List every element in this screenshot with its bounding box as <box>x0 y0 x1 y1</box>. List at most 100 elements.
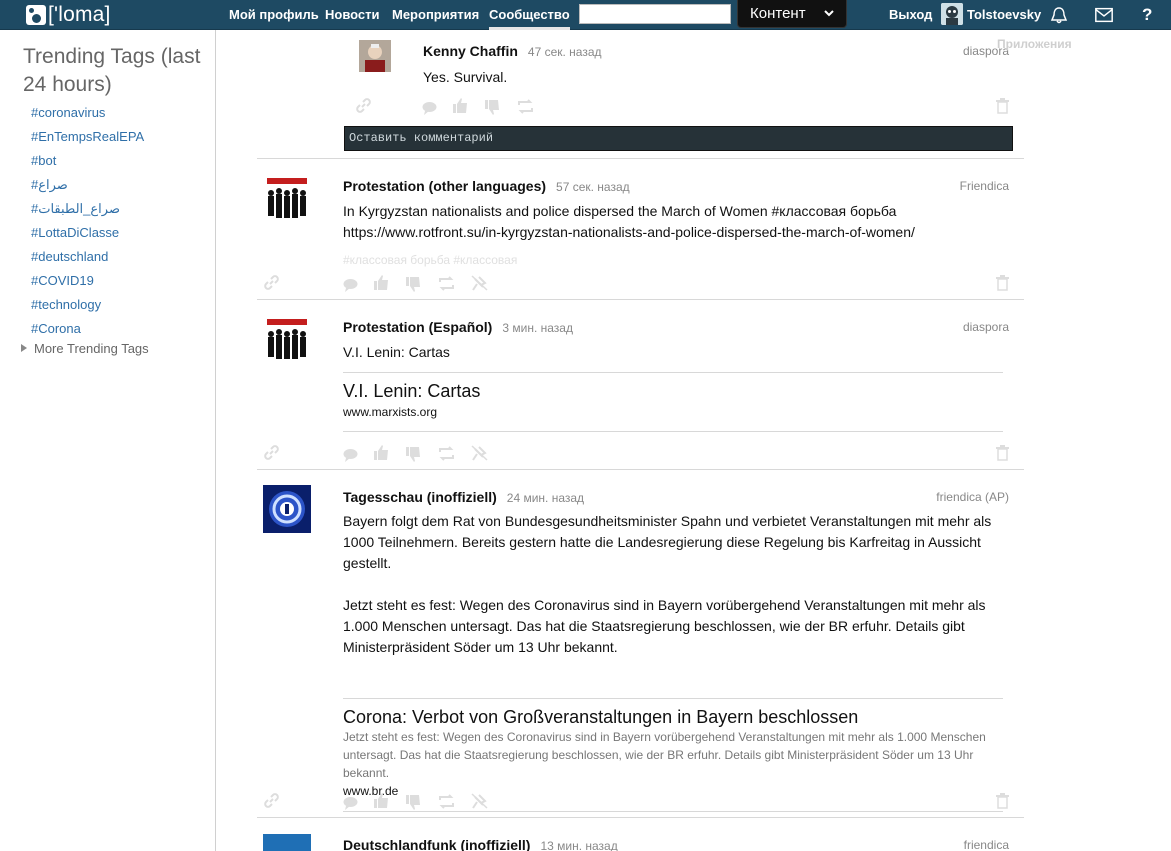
search-scope-label: Контент <box>750 5 806 22</box>
post-text: Jetzt steht es fest: Wegen des Coronavir… <box>343 597 986 655</box>
trash-icon[interactable] <box>994 792 1011 809</box>
tag-link[interactable]: #technology <box>31 297 101 312</box>
chevron-down-icon <box>824 10 834 17</box>
embed-title[interactable]: V.I. Lenin: Cartas <box>343 381 480 402</box>
tag-link[interactable]: #deutschland <box>31 249 108 264</box>
thumbs-down-icon[interactable] <box>484 99 501 116</box>
apps-tooltip: Приложения <box>997 37 1072 51</box>
post-text: Bayern folgt dem Rat von Bundesgesundhei… <box>343 513 992 571</box>
trending-tags-sidebar: Trending Tags (last 24 hours) #coronavir… <box>0 30 216 851</box>
post-protestation-other: Protestation (other languages) 57 сек. на… <box>257 158 1024 300</box>
post-protestation-espanol: Protestation (Español) 3 мин. назад diasp… <box>257 299 1024 470</box>
mail-icon[interactable] <box>1094 5 1114 25</box>
thumbs-up-icon[interactable] <box>373 274 390 291</box>
ignore-icon[interactable] <box>471 792 488 809</box>
comment-text: Yes. Survival. <box>423 69 508 85</box>
comment-icon[interactable] <box>421 99 438 116</box>
tag-link[interactable]: #COVID19 <box>31 273 94 288</box>
post-author[interactable]: Deutschlandfunk (inoffiziell) 13 мин. наз… <box>343 837 618 851</box>
help-icon[interactable]: ? <box>1142 0 1152 30</box>
search-scope-select[interactable]: Контент <box>737 0 847 28</box>
nav-community[interactable]: Сообщество <box>489 0 570 30</box>
logo-text: ['loma] <box>48 3 111 26</box>
post-time[interactable]: 24 мин. назад <box>507 491 584 505</box>
comment-avatar[interactable] <box>359 40 391 72</box>
embed-divider <box>343 372 1003 373</box>
user-name[interactable]: Tolstoevsky <box>967 0 1041 30</box>
post-avatar[interactable] <box>263 175 311 223</box>
comment-icon[interactable] <box>342 276 359 293</box>
share-icon[interactable] <box>517 98 534 115</box>
nav-events[interactable]: Мероприятия <box>392 0 479 30</box>
deutschlandfunk-avatar-image <box>263 834 311 851</box>
post-time[interactable]: 3 мин. назад <box>502 321 573 335</box>
thumbs-up-icon[interactable] <box>373 792 390 809</box>
thumbs-down-icon[interactable] <box>405 446 422 463</box>
triangle-right-icon <box>21 344 27 352</box>
link-icon[interactable] <box>263 792 280 809</box>
post-time[interactable]: 57 сек. назад <box>556 180 630 194</box>
embed-divider <box>343 811 1003 812</box>
site-logo[interactable]: ['loma] <box>26 3 111 27</box>
thumbs-up-icon[interactable] <box>452 97 469 114</box>
post-avatar[interactable] <box>263 834 311 851</box>
post-author[interactable]: Protestation (other languages) 57 сек. на… <box>343 178 630 194</box>
more-trending-tags-toggle[interactable]: More Trending Tags <box>21 341 149 356</box>
post-time[interactable]: 13 мин. назад <box>540 839 617 851</box>
tag-link[interactable]: #EnTempsRealEPA <box>31 129 144 144</box>
thumbs-up-icon[interactable] <box>373 444 390 461</box>
tag-link[interactable]: #bot <box>31 153 56 168</box>
comment-author[interactable]: Kenny Chaffin 47 сек. назад <box>423 43 602 59</box>
post-tagesschau: Tagesschau (inoffiziell) 24 мин. назад fr… <box>257 469 1024 818</box>
embed-url[interactable]: www.marxists.org <box>343 405 437 419</box>
share-icon[interactable] <box>438 275 455 292</box>
tag-link[interactable]: #LottaDiClasse <box>31 225 119 240</box>
main-feed: Kenny Chaffin 47 сек. назад diaspora Прил… <box>217 30 1171 851</box>
link-icon[interactable] <box>263 274 280 291</box>
avatar-image <box>941 3 963 25</box>
post-avatar[interactable] <box>263 485 311 533</box>
embed-divider <box>343 698 1003 699</box>
user-avatar[interactable] <box>941 3 963 25</box>
avatar-image <box>359 40 391 72</box>
logout-link[interactable]: Выход <box>889 0 932 30</box>
link-icon[interactable] <box>355 97 372 114</box>
tag-link[interactable]: #صراع <box>31 177 68 193</box>
tag-link[interactable]: #Corona <box>31 321 81 336</box>
top-navbar: ['loma] Мой профиль Новости Мероприятия … <box>0 0 1171 30</box>
tag-link[interactable]: #coronavirus <box>31 105 105 120</box>
post-avatar[interactable] <box>263 316 311 364</box>
comment-icon[interactable] <box>342 446 359 463</box>
comment-time[interactable]: 47 сек. назад <box>528 45 602 59</box>
protest-avatar-image <box>263 316 311 364</box>
share-icon[interactable] <box>438 445 455 462</box>
bell-icon[interactable] <box>1049 5 1069 25</box>
tag-link[interactable]: #صراع_الطبقات <box>31 201 120 217</box>
post-network: friendica (AP) <box>936 490 1009 504</box>
embed-title[interactable]: Corona: Verbot von Großveranstaltungen i… <box>343 707 858 728</box>
link-icon[interactable] <box>263 444 280 461</box>
share-icon[interactable] <box>438 793 455 810</box>
trash-icon[interactable] <box>994 274 1011 291</box>
post-author[interactable]: Tagesschau (inoffiziell) 24 мин. назад <box>343 489 584 505</box>
comment-thread: Kenny Chaffin 47 сек. назад diaspora Прил… <box>257 30 1072 159</box>
nav-profile[interactable]: Мой профиль <box>229 0 319 30</box>
search-input[interactable] <box>579 4 731 24</box>
post-text: In Kyrgyzstan nationalists and police di… <box>343 203 915 240</box>
ignore-icon[interactable] <box>471 444 488 461</box>
post-network: friendica <box>963 838 1009 851</box>
sidebar-title: Trending Tags (last 24 hours) <box>23 45 201 96</box>
nav-network[interactable]: Новости <box>325 0 380 30</box>
thumbs-down-icon[interactable] <box>405 794 422 811</box>
trash-icon[interactable] <box>994 97 1011 114</box>
ignore-icon[interactable] <box>471 274 488 291</box>
embed-description: Jetzt steht es fest: Wegen des Coronavir… <box>343 730 986 780</box>
post-tags[interactable]: #классовая борьба #классовая <box>343 253 517 267</box>
comment-input[interactable]: Оставить комментарий <box>344 126 1013 151</box>
post-author[interactable]: Protestation (Español) 3 мин. назад <box>343 319 573 335</box>
thumbs-down-icon[interactable] <box>405 276 422 293</box>
post-text: V.I. Lenin: Cartas <box>343 344 450 360</box>
comment-icon[interactable] <box>342 794 359 811</box>
trash-icon[interactable] <box>994 444 1011 461</box>
protest-avatar-image <box>263 175 311 223</box>
